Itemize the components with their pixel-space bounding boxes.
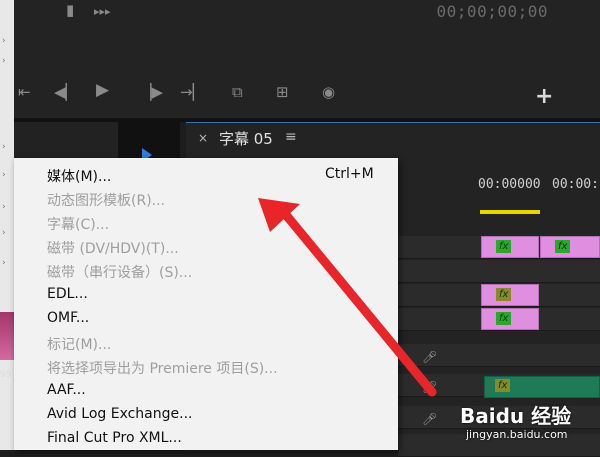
arrow-shaft <box>277 205 437 397</box>
watermark-url: jingyan.baidu.com <box>466 428 568 441</box>
annotation-arrow <box>258 198 437 397</box>
watermark-logo: Baidu 经验 <box>460 404 572 428</box>
